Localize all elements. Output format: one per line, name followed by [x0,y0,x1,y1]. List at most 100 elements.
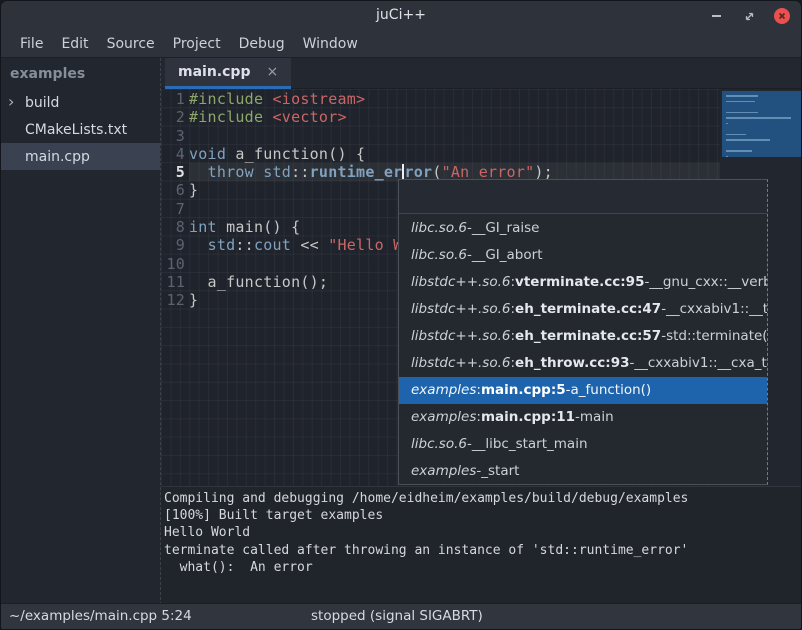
code-segment: a_function() { [226,145,365,163]
frame-function: __GI_abort [472,247,543,263]
menu-item-debug[interactable]: Debug [230,36,294,52]
code-line[interactable]: 3 [161,127,802,145]
stack-frame-row[interactable]: libstdc++.so.6:vterminate.cc:95 - __gnu_… [399,268,767,295]
minimap-line [726,150,752,152]
line-number: 8 [161,218,185,236]
popup-search-box[interactable] [399,180,767,214]
restore-button[interactable] [740,7,758,25]
minimize-button[interactable] [707,7,725,25]
code-segment: } [189,291,198,309]
close-icon [774,8,790,24]
frame-module: examples [411,409,476,425]
frame-module: libc.so.6 [411,247,467,263]
minimize-icon [712,15,721,17]
frame-function: _start [481,463,519,479]
menubar: FileEditSourceProjectDebugWindow [1,31,801,58]
code-segment [189,163,208,181]
stack-frame-row[interactable]: libstdc++.so.6:eh_throw.cc:93 - __cxxabi… [399,349,767,376]
code-segment: int [189,218,217,236]
frame-module: libstdc++.so.6 [411,301,510,317]
minimap-line [726,134,746,136]
sidebar-item-build[interactable]: › build [1,89,160,116]
code-line[interactable]: 4void a_function() { [161,145,802,163]
code-segment: std [263,163,291,181]
code-segment: :: [291,163,310,181]
line-number: 1 [161,90,185,108]
code-segment: #include [189,108,263,126]
titlebar[interactable]: juCi++ [1,1,801,31]
menu-item-edit[interactable]: Edit [52,36,97,52]
minimap-line [726,95,758,97]
line-number: 5 [161,163,185,181]
frame-function: __cxxabiv1::__tern [666,301,767,317]
stack-frame-row[interactable]: examples - _start [399,458,767,485]
titlebar-controls [707,1,791,31]
terminal-output[interactable]: Compiling and debugging /home/eidheim/ex… [161,486,802,605]
stack-frame-row[interactable]: libstdc++.so.6:eh_terminate.cc:47 - __cx… [399,295,767,322]
restore-icon [743,10,756,23]
frame-location: vterminate.cc:95 [515,274,644,290]
line-number: 10 [161,255,185,273]
frame-function: __gnu_cxx::__verbos [649,274,767,290]
tab-main-cpp[interactable]: main.cpp × [165,58,291,89]
menu-item-file[interactable]: File [11,36,52,52]
close-button[interactable] [773,7,791,25]
code-segment: #include [189,90,263,108]
frame-function: std::terminate() [666,328,767,344]
code-segment: std [208,236,236,254]
frame-function: __cxxabiv1::__cxa_thro [634,355,767,371]
sidebar-item-cmakelists-txt[interactable]: CMakeLists.txt [1,116,160,143]
code-segment [263,90,272,108]
stack-frame-row[interactable]: libstdc++.so.6:eh_terminate.cc:57 - std:… [399,322,767,349]
frame-function: a_function() [571,382,652,398]
code-line[interactable]: 2#include <vector> [161,108,802,126]
frame-location: eh_terminate.cc:57 [515,328,661,344]
project-folder-label: examples [1,58,160,89]
minimap-line [726,112,758,114]
minimap-line [726,117,791,119]
frame-location: eh_throw.cc:93 [515,355,629,371]
code-segment: a_function(); [189,273,328,291]
tab-label: main.cpp [178,64,250,80]
stack-frame-row[interactable]: examples:main.cpp:5 - a_function() [399,377,767,404]
code-line[interactable]: 1#include <iostream> [161,90,802,108]
frame-location: main.cpp:11 [481,409,575,425]
window-title: juCi++ [1,7,801,23]
sidebar-item-label: CMakeLists.txt [25,122,127,138]
stack-frame-row[interactable]: libc.so.6 - __GI_raise [399,214,767,241]
statusbar-debug-status: stopped (signal SIGABRT) [311,608,483,624]
code-segment: runtime_er [310,163,403,181]
chevron-right-icon[interactable]: › [8,92,14,112]
frame-location: eh_terminate.cc:47 [515,301,661,317]
stack-frame-row[interactable]: libc.so.6 - __GI_abort [399,241,767,268]
file-tree-sidebar[interactable]: examples › build CMakeLists.txt main.cpp [1,58,161,605]
stack-frame-row[interactable]: examples:main.cpp:11 - main [399,404,767,431]
line-number: 2 [161,108,185,126]
stack-trace-popup: libc.so.6 - __GI_raiselibc.so.6 - __GI_a… [398,179,768,485]
frame-module: libstdc++.so.6 [411,274,510,290]
code-segment [254,163,263,181]
statusbar-file-location: ~/examples/main.cpp 5:24 [9,608,192,624]
line-number: 11 [161,273,185,291]
minimap-viewport[interactable] [722,91,801,157]
code-segment: << [291,236,328,254]
sidebar-item-main-cpp[interactable]: main.cpp [1,143,160,170]
frame-module: examples [411,463,476,479]
code-text: void a_function() { [189,145,802,163]
minimap-line [726,123,728,125]
code-segment: cout [254,236,291,254]
code-segment: main() { [217,218,301,236]
menu-item-window[interactable]: Window [294,36,367,52]
terminal-line: Hello World [164,524,802,541]
frame-module: libc.so.6 [411,436,467,452]
code-text: #include <iostream> [189,90,802,108]
code-segment: "Hello W [328,236,402,254]
code-segment: } [189,181,198,199]
close-icon[interactable]: × [266,65,278,79]
statusbar: ~/examples/main.cpp 5:24 stopped (signal… [1,603,801,629]
menu-item-project[interactable]: Project [164,36,230,52]
menu-item-source[interactable]: Source [98,36,164,52]
sidebar-item-label: build [25,95,59,111]
line-number: 6 [161,181,185,199]
stack-frame-row[interactable]: libc.so.6 - __libc_start_main [399,431,767,458]
